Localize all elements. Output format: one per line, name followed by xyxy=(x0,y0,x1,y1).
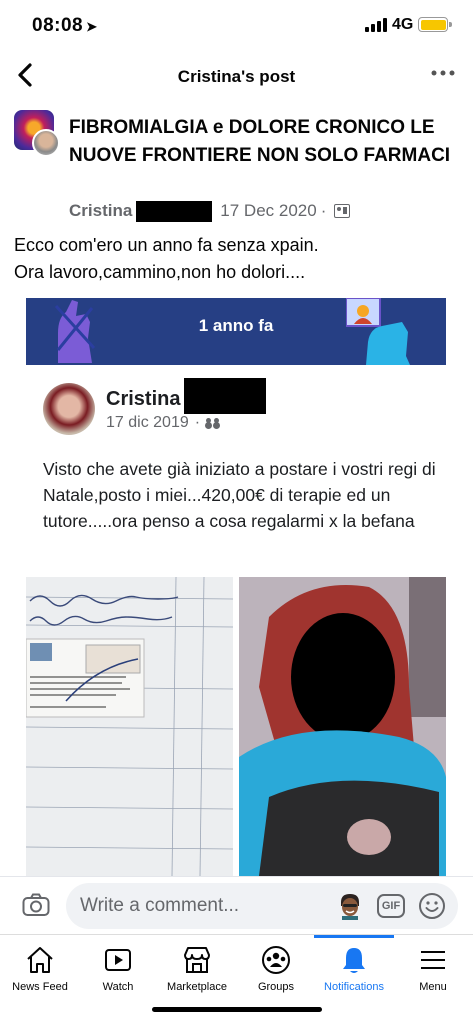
post-caption: Ecco com'ero un anno fa senza xpain. Ora… xyxy=(14,232,319,286)
memory-author-avatar xyxy=(43,383,95,435)
network-label: 4G xyxy=(392,16,414,33)
comment-placeholder: Write a comment... xyxy=(80,895,240,916)
tab-notifications[interactable]: Notifications xyxy=(314,935,394,995)
home-icon xyxy=(27,947,53,973)
post-header: Cristina's post xyxy=(0,55,473,99)
separator-dot: · xyxy=(320,201,327,220)
tab-marketplace[interactable]: Marketplace xyxy=(157,935,237,995)
signal-icon xyxy=(365,18,387,32)
redaction-bar xyxy=(136,200,213,222)
receipt-photo xyxy=(26,577,233,876)
tab-label: Menu xyxy=(419,981,447,993)
selfie-illustration xyxy=(239,577,446,876)
group-privacy-icon xyxy=(334,204,351,218)
location-arrow-icon: ➤ xyxy=(86,19,98,34)
status-bar: 08:08 ➤ 4G xyxy=(0,0,473,50)
post-image[interactable]: 1 anno fa Cristina 17 dic 2019 · Visto c… xyxy=(26,298,446,876)
post-date[interactable]: 17 Dec 2020 xyxy=(220,201,316,221)
comment-bar: Write a comment... GIF xyxy=(0,876,473,934)
marketplace-icon xyxy=(184,947,210,973)
author-avatar[interactable] xyxy=(32,129,60,157)
redaction-bar xyxy=(184,378,267,414)
photo-hand-illustration-icon xyxy=(346,298,410,365)
more-dots-icon xyxy=(431,70,455,76)
menu-icon xyxy=(421,951,445,969)
memory-post-text: Visto che avete già iniziato a postare i… xyxy=(43,459,436,531)
camera-icon[interactable] xyxy=(22,893,50,917)
caption-line: Ecco com'ero un anno fa senza xpain. xyxy=(14,235,319,255)
memory-author-name: Cristina xyxy=(106,387,181,410)
battery-icon xyxy=(418,17,452,32)
memory-banner: 1 anno fa xyxy=(26,298,446,365)
tab-watch[interactable]: Watch xyxy=(78,935,158,995)
status-time: 08:08 ➤ xyxy=(32,15,98,36)
memory-date: 17 dic 2019 · xyxy=(106,414,222,432)
groups-icon xyxy=(262,946,290,974)
memory-date-text: 17 dic 2019 xyxy=(106,414,189,431)
gif-button[interactable]: GIF xyxy=(377,894,405,918)
watch-icon xyxy=(105,949,131,971)
post-meta: Cristina 17 Dec 2020 · xyxy=(69,200,351,222)
comment-input[interactable]: Write a comment... GIF xyxy=(66,883,458,929)
bell-icon xyxy=(343,948,365,973)
memory-author: Cristina xyxy=(106,378,267,414)
group-name-link[interactable]: FIBROMIALGIA e DOLORE CRONICO LE NUOVE F… xyxy=(69,114,464,170)
home-indicator xyxy=(152,1007,322,1012)
selfie-photo xyxy=(239,577,446,876)
emoji-icon[interactable] xyxy=(418,892,446,920)
receipt-illustration xyxy=(26,577,233,876)
tab-menu[interactable]: Menu xyxy=(393,935,473,995)
author-name-link[interactable]: Cristina xyxy=(69,201,132,221)
friends-audience-icon xyxy=(206,418,222,428)
more-options-button[interactable] xyxy=(431,61,455,91)
separator-dot: · xyxy=(194,414,201,431)
page-title: Cristina's post xyxy=(177,67,296,86)
avatar-sticker-icon[interactable] xyxy=(338,892,362,920)
caption-line: Ora lavoro,cammino,non ho dolori.... xyxy=(14,262,306,282)
